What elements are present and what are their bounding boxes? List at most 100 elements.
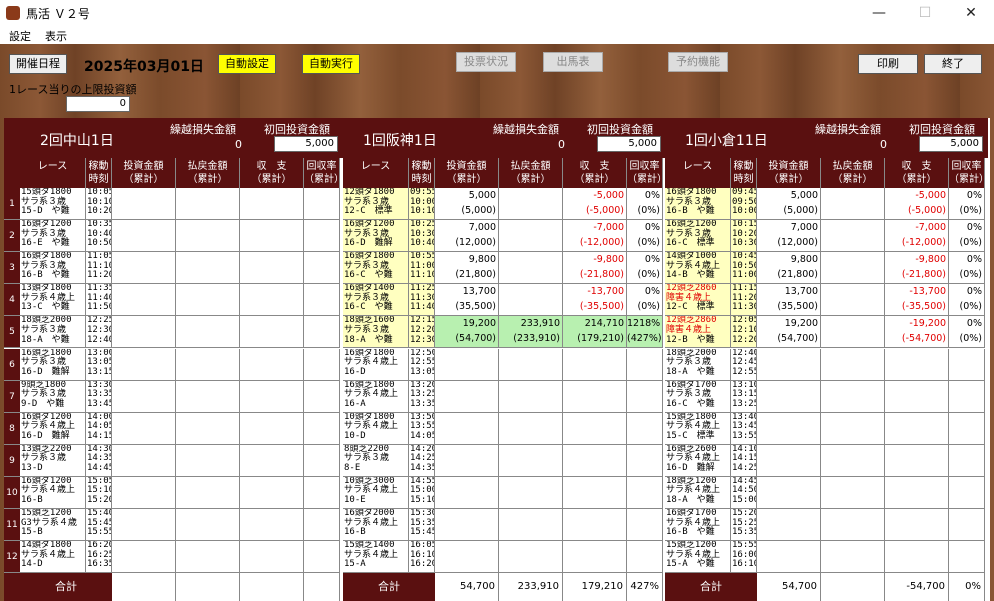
race-cell[interactable]: 18頭芝2000 サラ系３歳 18-A や難 <box>665 348 731 381</box>
race-line: 16-B <box>21 495 43 506</box>
time-line: 11:00 <box>732 270 757 281</box>
balance-cell <box>885 476 949 509</box>
initial-input[interactable]: 5,000 <box>919 136 983 152</box>
race-cell[interactable]: 16頭ダ1200 サラ系３歳 16-D 難解 <box>343 220 409 253</box>
close-button[interactable]: ✕ <box>948 0 994 26</box>
race-cell[interactable]: 16頭ダ1200 サラ系３歳 16-E や難 <box>20 220 86 253</box>
value-line: 233,910 <box>520 318 560 330</box>
payout-cell <box>176 348 240 381</box>
auto-run-button[interactable]: 自動実行 <box>302 54 360 74</box>
time-cell: 14:30 14:35 14:45 <box>86 444 112 477</box>
reserve-button[interactable]: 予約機能 <box>668 52 728 72</box>
invest-cell <box>757 412 821 445</box>
invest-cell <box>435 509 499 542</box>
entries-button[interactable]: 出馬表 <box>543 52 603 72</box>
payout-cell <box>821 252 885 285</box>
value-line: -19,200 <box>909 318 946 330</box>
row-number: 9 <box>4 444 20 477</box>
rate-cell <box>627 476 663 509</box>
value-line: 1218% <box>627 318 661 330</box>
race-cell[interactable]: 16頭ダ1700 サラ系４歳上 16-B や難 <box>665 509 731 542</box>
race-cell[interactable]: 16頭ダ1400 サラ系３歳 16-C や難 <box>343 284 409 317</box>
race-line: 13-D <box>21 462 43 473</box>
menu-settings[interactable]: 設定 <box>9 28 31 44</box>
race-cell[interactable]: 10頭芝3000 サラ系４歳上 10-E <box>343 476 409 509</box>
value-line: (179,210) <box>577 333 624 345</box>
race-cell[interactable]: 16頭ダ1700 サラ系３歳 16-C や難 <box>665 380 731 413</box>
initial-input[interactable]: 5,000 <box>274 136 338 152</box>
time-line: 11:50 <box>87 302 112 313</box>
race-cell[interactable]: 18頭芝1600 サラ系３歳 18-A や難 <box>343 316 409 349</box>
menu-bar: 設定 表示 <box>0 26 994 44</box>
race-cell[interactable]: 18頭芝2000 サラ系３歳 18-A や難 <box>20 316 86 349</box>
race-cell[interactable]: 15頭芝1200 サラ系４歳上 15-A や難 <box>665 541 731 574</box>
balance-cell <box>563 476 627 509</box>
race-cell[interactable]: 10頭ダ1800 サラ系４歳上 10-D <box>343 412 409 445</box>
race-cell[interactable]: 15頭ダ1800 サラ系３歳 15-D や難 <box>20 188 86 221</box>
race-cell[interactable]: 9頭芝1800 サラ系３歳 9-D や難 <box>20 380 86 413</box>
time-line: 12:55 <box>732 366 757 377</box>
race-cell[interactable]: 13頭芝2200 サラ系３歳 13-D <box>20 444 86 477</box>
total-label: 合計 <box>20 573 112 601</box>
race-cell[interactable]: 16頭ダ1800 サラ系４歳上 16-D <box>343 348 409 381</box>
total-invest <box>112 573 176 601</box>
race-line: 10-D <box>344 430 366 441</box>
race-line: 16-A <box>344 398 366 409</box>
value-line: (0%) <box>959 333 982 345</box>
race-cell[interactable]: 14頭ダ1000 サラ系４歳上 14-B や難 <box>665 252 731 285</box>
race-cell[interactable]: 12頭ダ1800 サラ系３歳 12-C 標準 <box>343 188 409 221</box>
value-line: (0%) <box>959 237 982 249</box>
initial-label: 初回投資金額 <box>264 123 330 136</box>
time-cell: 13:00 13:05 13:15 <box>86 348 112 381</box>
rate-cell: 0% (0%) <box>627 284 663 317</box>
payout-cell <box>176 220 240 253</box>
race-cell[interactable]: 16頭芝1800 サラ系３歳 16-D 難解 <box>20 348 86 381</box>
race-cell[interactable]: 8頭芝2200 サラ系３歳 8-E <box>343 444 409 477</box>
race-line: 16-D 難解 <box>21 366 70 377</box>
race-cell[interactable]: 16頭芝2600 サラ系４歳上 16-D 難解 <box>665 444 731 477</box>
initial-input[interactable]: 5,000 <box>597 136 661 152</box>
print-button[interactable]: 印刷 <box>858 54 918 74</box>
race-cell[interactable]: 16頭芝1800 サラ系４歳上 16-A <box>343 380 409 413</box>
race-cell[interactable]: 18頭芝1200 サラ系４歳上 18-A や難 <box>665 476 731 509</box>
race-cell[interactable]: 16頭ダ1800 サラ系３歳 16-B や難 <box>665 188 731 221</box>
race-cell[interactable]: 16頭ダ1800 サラ系３歳 16-C や難 <box>343 252 409 285</box>
race-line: 16-C 標準 <box>666 238 715 249</box>
schedule-button[interactable]: 開催日程 <box>9 54 67 74</box>
race-cell[interactable]: 16頭ダ2000 サラ系４歳上 16-B <box>343 509 409 542</box>
menu-view[interactable]: 表示 <box>45 28 67 44</box>
race-cell[interactable]: 14頭ダ1800 サラ系４歳上 14-D <box>20 541 86 574</box>
value-line: (-12,000) <box>579 237 624 249</box>
race-cell[interactable]: 12頭芝2860 障害４歳上 12-B や難 <box>665 316 731 349</box>
payout-cell <box>176 284 240 317</box>
race-cell[interactable]: 16頭ダ1200 サラ系４歳上 16-B <box>20 476 86 509</box>
race-cell[interactable]: 16頭ダ1800 サラ系３歳 16-B や難 <box>20 252 86 285</box>
maximize-button[interactable]: ☐ <box>902 0 948 26</box>
payout-cell <box>176 509 240 542</box>
vote-status-button[interactable]: 投票状況 <box>456 52 516 72</box>
rate-cell <box>949 541 985 574</box>
invest-cell <box>112 412 176 445</box>
race-cell[interactable]: 16頭芝1200 サラ系３歳 16-C 標準 <box>665 220 731 253</box>
race-cell[interactable]: 15頭芝1400 サラ系４歳上 15-A <box>343 541 409 574</box>
race-cell[interactable]: 15頭芝1200 G3サラ系４歳 15-B <box>20 509 86 542</box>
minimize-button[interactable]: — <box>856 0 902 26</box>
race-cell[interactable]: 12頭芝2860 障害４歳上 12-C 標準 <box>665 284 731 317</box>
race-cell[interactable]: 16頭ダ1200 サラ系４歳上 16-D 難解 <box>20 412 86 445</box>
value-line: 0% <box>644 222 660 234</box>
auto-setting-button[interactable]: 自動設定 <box>218 54 276 74</box>
exit-button[interactable]: 終了 <box>924 54 982 74</box>
invest-cell: 9,800 (21,800) <box>435 252 499 285</box>
limit-input[interactable]: 0 <box>66 96 130 112</box>
balance-cell <box>885 509 949 542</box>
rate-cell: 0% (0%) <box>627 220 663 253</box>
balance-cell <box>885 412 949 445</box>
time-line: 14:15 <box>87 430 112 441</box>
row-number: 4 <box>4 284 20 317</box>
race-cell[interactable]: 13頭ダ1800 サラ系４歳上 13-C や難 <box>20 284 86 317</box>
payout-cell <box>821 444 885 477</box>
race-line: 12-C 標準 <box>344 206 393 217</box>
race-cell[interactable]: 15頭芝1800 サラ系４歳上 15-C 標準 <box>665 412 731 445</box>
balance-cell <box>240 476 304 509</box>
col-rate: 回収率 （累計） <box>627 158 667 188</box>
